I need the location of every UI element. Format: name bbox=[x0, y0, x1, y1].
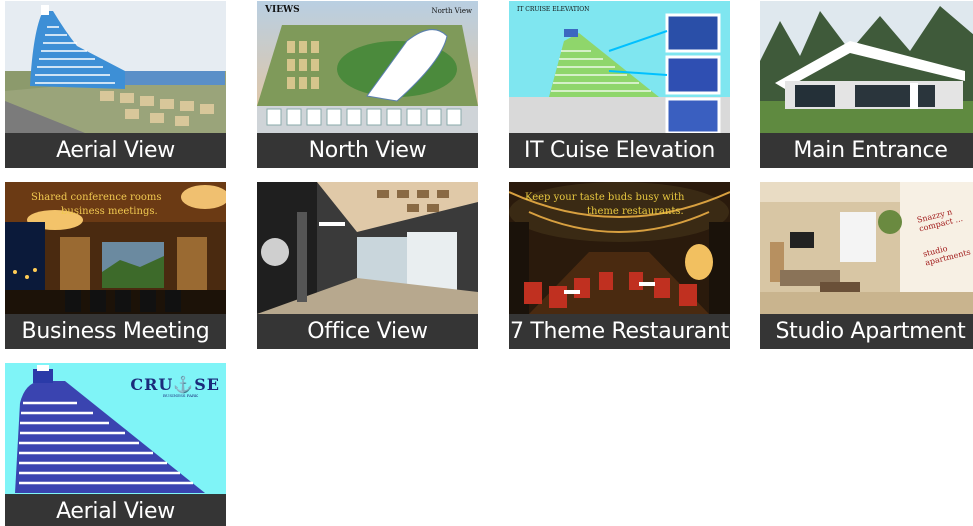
gallery-grid: Aerial View VIEWS North View North View bbox=[0, 0, 973, 526]
cruise-logo: CRU⚓SE bbox=[130, 375, 220, 394]
gallery-tile-business-meeting[interactable]: Shared conference rooms business meeting… bbox=[5, 182, 226, 349]
tile-overlay-text: North View bbox=[431, 7, 472, 15]
gallery-tile-aerial-view[interactable]: Aerial View bbox=[5, 1, 226, 168]
gallery-tile-it-cuise-elevation[interactable]: IT CRUISE ELEVATION IT Cuise Elevation bbox=[509, 1, 730, 168]
tile-overlay-text: Shared conference rooms bbox=[31, 192, 162, 203]
gallery-tile-north-view[interactable]: VIEWS North View North View bbox=[257, 1, 478, 168]
elevation-thumbnail bbox=[509, 1, 730, 133]
office-view-thumbnail bbox=[257, 182, 478, 314]
north-view-thumbnail bbox=[257, 1, 478, 133]
tile-overlay-text: theme restaurants. bbox=[587, 206, 684, 217]
tile-caption: North View bbox=[257, 133, 478, 168]
main-entrance-thumbnail bbox=[760, 1, 973, 133]
tile-caption: IT Cuise Elevation bbox=[509, 133, 730, 168]
gallery-tile-studio-apartment[interactable]: Snazzy n compact ... studio apartments S… bbox=[760, 182, 973, 349]
tile-overlay-text: business meetings. bbox=[61, 206, 158, 217]
gallery-tile-main-entrance[interactable]: Main Entrance bbox=[760, 1, 973, 168]
tile-overlay-text: Keep your taste buds busy with bbox=[525, 192, 685, 203]
tile-caption: Aerial View bbox=[5, 494, 226, 526]
cruise-logo-subtitle: BUSINESS PARK bbox=[163, 393, 198, 398]
tile-caption: Main Entrance bbox=[760, 133, 973, 168]
tile-caption: Aerial View bbox=[5, 133, 226, 168]
aerial-view-thumbnail bbox=[5, 1, 226, 133]
tile-caption: Business Meeting bbox=[5, 314, 226, 349]
gallery-tile-aerial-view-2[interactable]: CRU⚓SE BUSINESS PARK Aerial View bbox=[5, 363, 226, 526]
tile-caption: 7 Theme Restaurant bbox=[509, 314, 730, 349]
tile-overlay-text: IT CRUISE ELEVATION bbox=[517, 6, 590, 13]
gallery-tile-theme-restaurant[interactable]: Keep your taste buds busy with theme res… bbox=[509, 182, 730, 349]
gallery-tile-office-view[interactable]: Office View bbox=[257, 182, 478, 349]
tile-caption: Studio Apartment bbox=[760, 314, 973, 349]
tile-overlay-text: VIEWS bbox=[265, 5, 300, 15]
tile-caption: Office View bbox=[257, 314, 478, 349]
